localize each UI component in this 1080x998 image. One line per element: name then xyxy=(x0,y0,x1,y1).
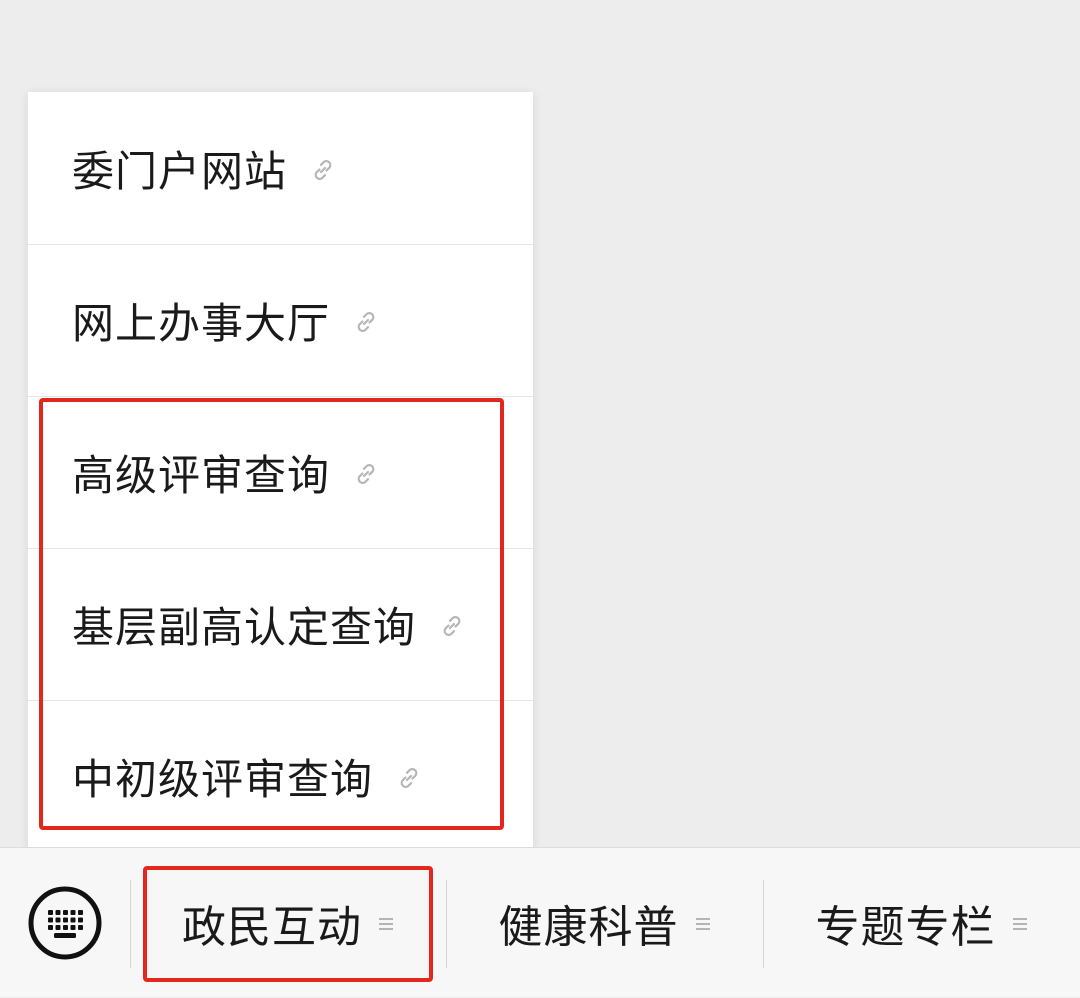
keyboard-toggle-button[interactable] xyxy=(28,886,102,960)
tab-label: 专题专栏 xyxy=(815,902,996,953)
tab-special-topics[interactable]: 专题专栏 xyxy=(763,848,1080,998)
menu-lines-icon xyxy=(378,916,394,932)
keyboard-icon xyxy=(28,886,102,960)
menu-item-label: 中初级评审查询 xyxy=(72,754,374,804)
menu-item-senior-review[interactable]: 高级评审查询 xyxy=(28,396,533,548)
menu-lines-icon xyxy=(695,916,711,932)
menu-item-label: 网上办事大厅 xyxy=(72,298,331,348)
popup-menu: 委门户网站 网上办事大厅 高级评审查询 基层副高认定查询 中初级评审查询 xyxy=(28,92,533,850)
menu-item-junior-review[interactable]: 中初级评审查询 xyxy=(28,700,533,852)
menu-item-grassroots-review[interactable]: 基层副高认定查询 xyxy=(28,548,533,700)
tab-label: 健康科普 xyxy=(498,902,679,953)
link-icon xyxy=(352,308,380,336)
bottom-menu-bar: 政民互动 健康科普 专题专栏 xyxy=(0,847,1080,997)
link-icon xyxy=(352,460,380,488)
link-icon xyxy=(309,156,337,184)
link-icon xyxy=(438,612,466,640)
menu-lines-icon xyxy=(1012,916,1028,932)
tab-label: 政民互动 xyxy=(182,902,362,953)
menu-item-label: 基层副高认定查询 xyxy=(72,602,417,652)
link-icon xyxy=(395,764,423,792)
menu-item-label: 高级评审查询 xyxy=(72,450,331,500)
menu-item-online-hall[interactable]: 网上办事大厅 xyxy=(28,244,533,396)
menu-item-portal[interactable]: 委门户网站 xyxy=(28,92,533,244)
tab-health[interactable]: 健康科普 xyxy=(446,848,763,998)
tab-interaction[interactable]: 政民互动 xyxy=(130,848,446,998)
menu-item-label: 委门户网站 xyxy=(72,146,288,196)
